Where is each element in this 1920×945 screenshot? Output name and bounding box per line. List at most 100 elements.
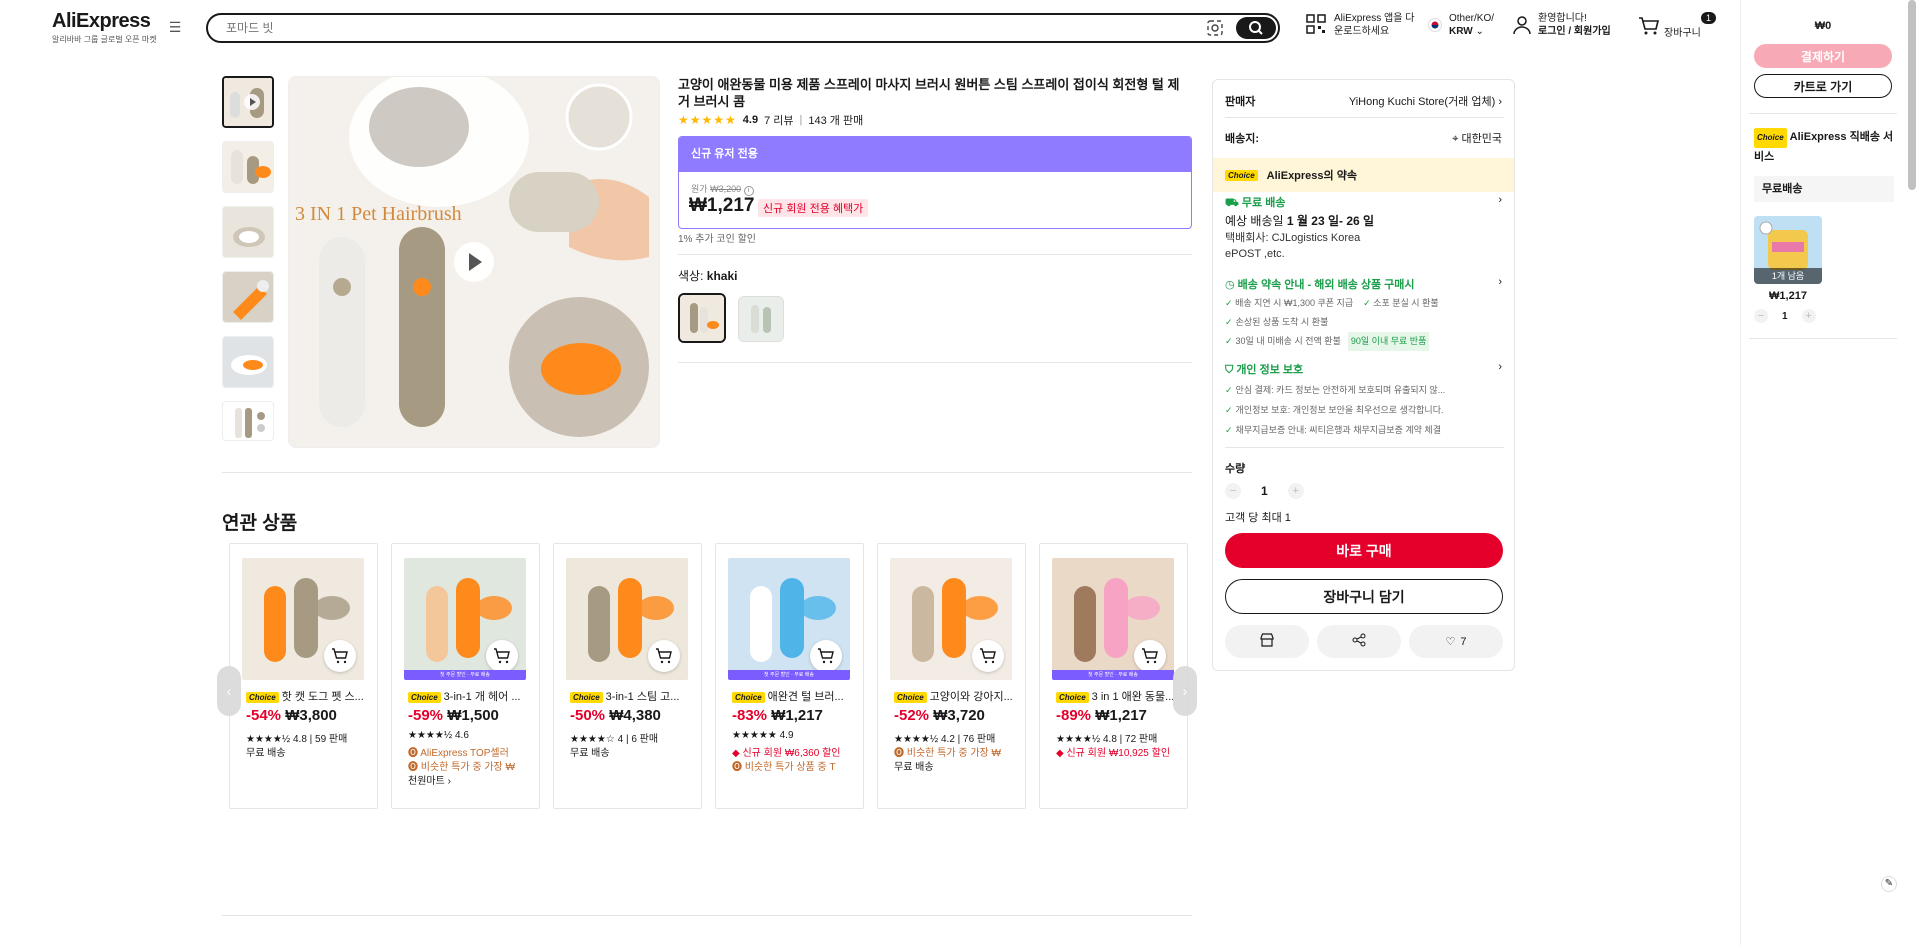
- card-info-line[interactable]: 천원마트 ›: [408, 772, 534, 787]
- thumbnail[interactable]: [222, 76, 274, 128]
- qty-increase-button[interactable]: +: [1287, 483, 1304, 499]
- checkout-button[interactable]: 결제하기: [1754, 44, 1892, 68]
- privacy-title: 개인 정보 보호: [1236, 364, 1304, 376]
- logo-subtitle: 알리바바 그룹 글로벌 오픈 마켓: [52, 35, 157, 44]
- logo-text: AliExpress: [52, 10, 151, 32]
- related-product-name[interactable]: Choice 핫 캣 도그 펫 스...: [246, 688, 372, 704]
- mini-cart-item-image[interactable]: 1개 남음: [1754, 216, 1822, 284]
- related-product-image[interactable]: 첫 주문 할인 · 무료 배송: [1052, 558, 1174, 680]
- edit-icon[interactable]: ✎: [1881, 876, 1897, 892]
- related-product-image[interactable]: [890, 558, 1012, 680]
- carrier-line2: ePOST ,etc.: [1225, 248, 1285, 260]
- add-to-cart-icon[interactable]: [324, 640, 356, 672]
- buy-now-button[interactable]: 바로 구매: [1225, 533, 1503, 568]
- related-product-image[interactable]: 첫 주문 할인 · 무료 배송: [728, 558, 850, 680]
- app-download-link[interactable]: AliExpress 앱을 다 운로드하세요: [1334, 12, 1414, 38]
- related-product-image[interactable]: 첫 주문 할인 · 무료 배송: [404, 558, 526, 680]
- price-value: ₩1,217: [771, 707, 823, 724]
- related-product-image[interactable]: [566, 558, 688, 680]
- account-link[interactable]: 환영합니다! 로그인 / 회원가입: [1538, 12, 1611, 38]
- color-swatch-alt[interactable]: [738, 296, 784, 342]
- related-product-card[interactable]: Choice 핫 캣 도그 펫 스... -54% ₩3,800 ★★★★½ 4.8 …: [229, 543, 378, 809]
- discount-percent: -54%: [246, 707, 282, 724]
- locale-selector[interactable]: Other/KO/ KRW ⌄: [1449, 12, 1494, 38]
- mini-qty-increase-button[interactable]: +: [1801, 309, 1816, 323]
- related-product-name[interactable]: Choice 3-in-1 스팀 고...: [570, 688, 696, 704]
- chevron-right-icon: ›: [1498, 361, 1502, 373]
- privacy-item: 채무지급보증 안내: 씨티은행과 채무지급보증 계약 체결: [1235, 425, 1441, 435]
- add-to-cart-icon[interactable]: [810, 640, 842, 672]
- delivery-promise-row[interactable]: ◷ 배송 약속 안내 - 해외 배송 상품 구매시 ›: [1225, 276, 1502, 292]
- divider: [678, 254, 1192, 255]
- thumbnail[interactable]: [222, 336, 274, 388]
- qr-icon[interactable]: [1306, 14, 1326, 38]
- ship-to-row[interactable]: 배송지: ⌖ 대한민국: [1225, 130, 1502, 146]
- review-count[interactable]: 7 리뷰: [764, 112, 793, 128]
- seller-row[interactable]: 판매자 YiHong Kuchi Store(거래 업체) ›: [1225, 93, 1502, 109]
- card-info-line: 🅞 비슷한 특가 중 가장 ₩: [894, 748, 1001, 759]
- locale-line1: Other/KO/: [1449, 13, 1495, 24]
- free-return-tag: 90일 이내 무료 반품: [1347, 332, 1430, 351]
- related-product-card[interactable]: 첫 주문 할인 · 무료 배송 Choice 애완견 털 브러... -83% ₩1,…: [715, 543, 864, 809]
- thumbnail[interactable]: [222, 401, 274, 441]
- choice-promise-title: AliExpress의 약속: [1266, 170, 1357, 182]
- cart-icon[interactable]: [1638, 16, 1660, 40]
- page-scrollbar[interactable]: [1908, 0, 1916, 190]
- qty-value[interactable]: 1: [1261, 484, 1268, 498]
- free-shipping-row[interactable]: ⛟ 무료 배송 ›: [1225, 194, 1502, 211]
- go-to-cart-button[interactable]: 카트로 가기: [1754, 74, 1892, 98]
- related-product-name[interactable]: Choice 애완견 털 브러...: [732, 688, 858, 704]
- purchase-panel: 판매자 YiHong Kuchi Store(거래 업체) › 배송지: ⌖ 대…: [1212, 79, 1515, 671]
- truck-icon: ⛟: [1225, 197, 1239, 209]
- carrier-info: 택배회사: CJLogistics Korea ePOST ,etc.: [1225, 230, 1502, 262]
- wishlist-button[interactable]: ♡ 7: [1409, 625, 1503, 658]
- thumbnail[interactable]: [222, 206, 274, 258]
- carousel-next-button[interactable]: ›: [1173, 666, 1197, 716]
- mini-cart-qty-stepper: − 1 +: [1754, 309, 1816, 323]
- product-name-text: 3-in-1 개 헤어 ...: [443, 691, 521, 703]
- heart-icon: ♡: [1445, 636, 1456, 648]
- store-button[interactable]: [1225, 625, 1309, 658]
- aliexpress-logo[interactable]: AliExpress 알리바바 그룹 글로벌 오픈 마켓: [52, 10, 157, 45]
- mini-cart-total: ₩0: [1814, 20, 1832, 32]
- promo-price-tag: 신규 회원 전용 혜택가: [758, 199, 869, 217]
- promo-band: 첫 주문 할인 · 무료 배송: [1052, 670, 1174, 680]
- menu-icon[interactable]: ☰: [168, 20, 182, 34]
- thumbnail[interactable]: [222, 141, 274, 193]
- related-product-card[interactable]: 첫 주문 할인 · 무료 배송 Choice 3-in-1 개 헤어 ... -59%…: [391, 543, 540, 809]
- search-button[interactable]: [1236, 17, 1276, 39]
- carousel-prev-button[interactable]: ‹: [217, 666, 241, 716]
- add-to-cart-icon[interactable]: [648, 640, 680, 672]
- add-to-cart-icon[interactable]: [1134, 640, 1166, 672]
- search-input[interactable]: [226, 21, 1126, 35]
- camera-search-icon[interactable]: [1206, 19, 1224, 37]
- main-product-image[interactable]: 3 IN 1 Pet Hairbrush: [288, 76, 660, 448]
- related-product-card[interactable]: 첫 주문 할인 · 무료 배송 Choice 3 in 1 애완 동물... -89%…: [1039, 543, 1188, 809]
- thumbnail-list: [222, 76, 276, 454]
- qty-decrease-button[interactable]: −: [1225, 483, 1241, 499]
- add-to-cart-button[interactable]: 장바구니 담기: [1225, 579, 1503, 614]
- mini-qty-decrease-button[interactable]: −: [1754, 309, 1768, 323]
- related-product-name[interactable]: Choice 3 in 1 애완 동물...: [1056, 688, 1182, 704]
- related-product-image[interactable]: [242, 558, 364, 680]
- share-button[interactable]: [1317, 625, 1401, 658]
- add-to-cart-icon[interactable]: [972, 640, 1004, 672]
- thumbnail[interactable]: [222, 271, 274, 323]
- cart-label[interactable]: 장바구니: [1664, 27, 1701, 40]
- add-to-cart-icon[interactable]: [486, 640, 518, 672]
- stock-left-label: 1개 남음: [1754, 268, 1822, 284]
- ship-to-label: 배송지:: [1225, 133, 1260, 145]
- product-title: 고양이 애완동물 미용 제품 스프레이 마사지 브러시 원버튼 스팀 스프레이 …: [678, 77, 1180, 109]
- related-product-card[interactable]: Choice 고양이와 강아지... -52% ₩3,720 ★★★★½ 4.2 | …: [877, 543, 1026, 809]
- card-info-line: 🅞 비슷한 특가 중 가장 ₩: [408, 762, 515, 773]
- discount-percent: -52%: [894, 707, 930, 724]
- related-product-name[interactable]: Choice 고양이와 강아지...: [894, 688, 1020, 704]
- price-value: ₩1,217: [1095, 707, 1147, 724]
- card-info-line: 무료 배송: [894, 762, 934, 773]
- user-icon[interactable]: [1512, 15, 1532, 39]
- privacy-row[interactable]: ⛉ 개인 정보 보호 ›: [1225, 361, 1502, 377]
- related-product-name[interactable]: Choice 3-in-1 개 헤어 ...: [408, 688, 534, 704]
- related-product-card[interactable]: Choice 3-in-1 스팀 고... -50% ₩4,380 ★★★★☆ 4 |…: [553, 543, 702, 809]
- original-price-label: 원가: [691, 184, 708, 194]
- color-swatch-khaki[interactable]: [678, 293, 726, 343]
